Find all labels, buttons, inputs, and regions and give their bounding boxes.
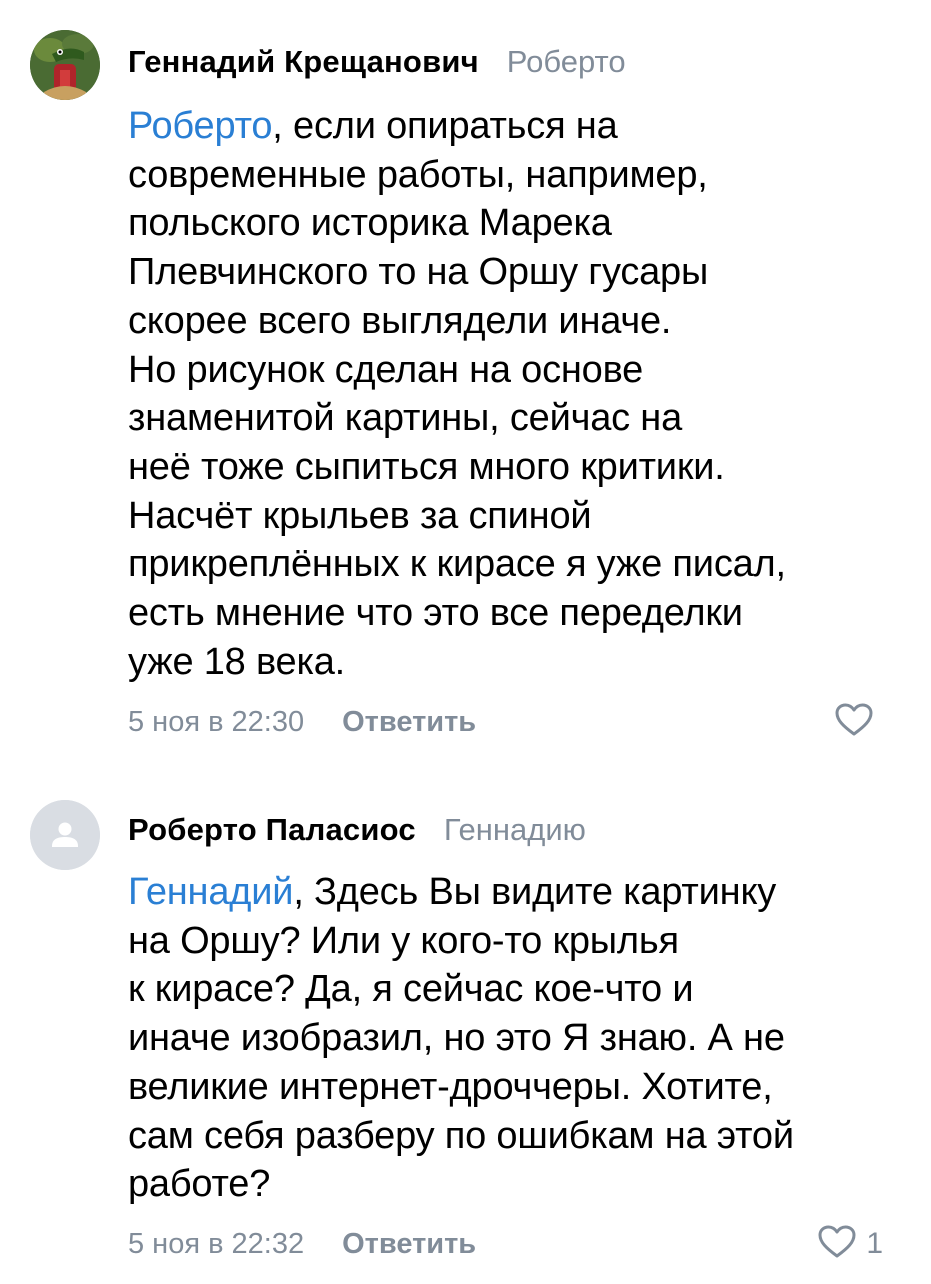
reply-button[interactable]: Ответить <box>342 1228 476 1261</box>
comment-text-line: Но рисунок сделан на основе <box>128 348 644 391</box>
comment-text-line: к кирасе? Да, я сейчас кое-что и <box>128 968 694 1011</box>
comment-meta: 5 ноя в 22:32 Ответить <box>128 1224 476 1264</box>
comment-header: Роберто Паласиос Геннадию <box>128 812 586 852</box>
comment-text-line: знаменитой картины, сейчас на <box>128 397 683 440</box>
comment-date[interactable]: 5 ноя в 22:30 <box>128 706 304 739</box>
mention-link[interactable]: Геннадий <box>128 871 294 913</box>
comment-text-line: есть мнение что это все переделки <box>128 592 743 635</box>
mention-link[interactable]: Роберто <box>128 105 272 147</box>
comment-author[interactable]: Геннадий Крещанович <box>128 44 479 80</box>
comment-text-line: уже 18 века. <box>128 640 346 683</box>
comment-text-line: Насчёт крыльев за спиной <box>128 494 592 537</box>
like-button[interactable] <box>835 702 883 742</box>
heart-icon <box>818 1225 856 1264</box>
comment-text-line: Геннадий, Здесь Вы видите картинку <box>128 871 777 913</box>
heart-icon <box>835 703 873 742</box>
comment-text-line: иначе изобразил, но это Я знаю. А не <box>128 1017 785 1060</box>
comment-header: Геннадий Крещанович Роберто <box>128 44 626 84</box>
comment-text-line: на Оршу? Или у кого-то крылья <box>128 919 679 962</box>
comment-text: Роберто, если опираться на современные р… <box>128 102 908 686</box>
comment-text-line: сам себя разберу по ошибкам на этой <box>128 1114 794 1157</box>
comment-text-line: Плевчинского то на Оршу гусары <box>128 251 709 294</box>
comment-text: Геннадий, Здесь Вы видите картинку на Ор… <box>128 868 908 1209</box>
reply-button[interactable]: Ответить <box>342 706 476 739</box>
comment-author[interactable]: Роберто Паласиос <box>128 812 416 848</box>
reply-to-name[interactable]: Роберто <box>507 44 626 80</box>
comment-text-line: Роберто, если опираться на <box>128 105 618 147</box>
comment-text-line: неё тоже сыпиться много критики. <box>128 445 725 488</box>
like-count: 1 <box>866 1227 883 1260</box>
comment-text-line: работе? <box>128 1163 271 1206</box>
comment-text-line: современные работы, например, <box>128 153 708 196</box>
comment-text-line: прикреплённых к кирасе я уже писал, <box>128 543 786 586</box>
reply-to-name[interactable]: Геннадию <box>444 812 586 848</box>
crocodile-avatar-icon[interactable] <box>30 30 100 100</box>
comment-meta: 5 ноя в 22:30 Ответить <box>128 702 476 742</box>
comment-text-line: великие интернет-дроччеры. Хотите, <box>128 1065 773 1108</box>
default-user-avatar-icon[interactable] <box>30 800 100 870</box>
like-button[interactable]: 1 <box>818 1224 883 1264</box>
comment-date[interactable]: 5 ноя в 22:32 <box>128 1228 304 1261</box>
comment-text-line: скорее всего выглядели иначе. <box>128 299 672 342</box>
comment-text-line: польского историка Марека <box>128 202 612 245</box>
